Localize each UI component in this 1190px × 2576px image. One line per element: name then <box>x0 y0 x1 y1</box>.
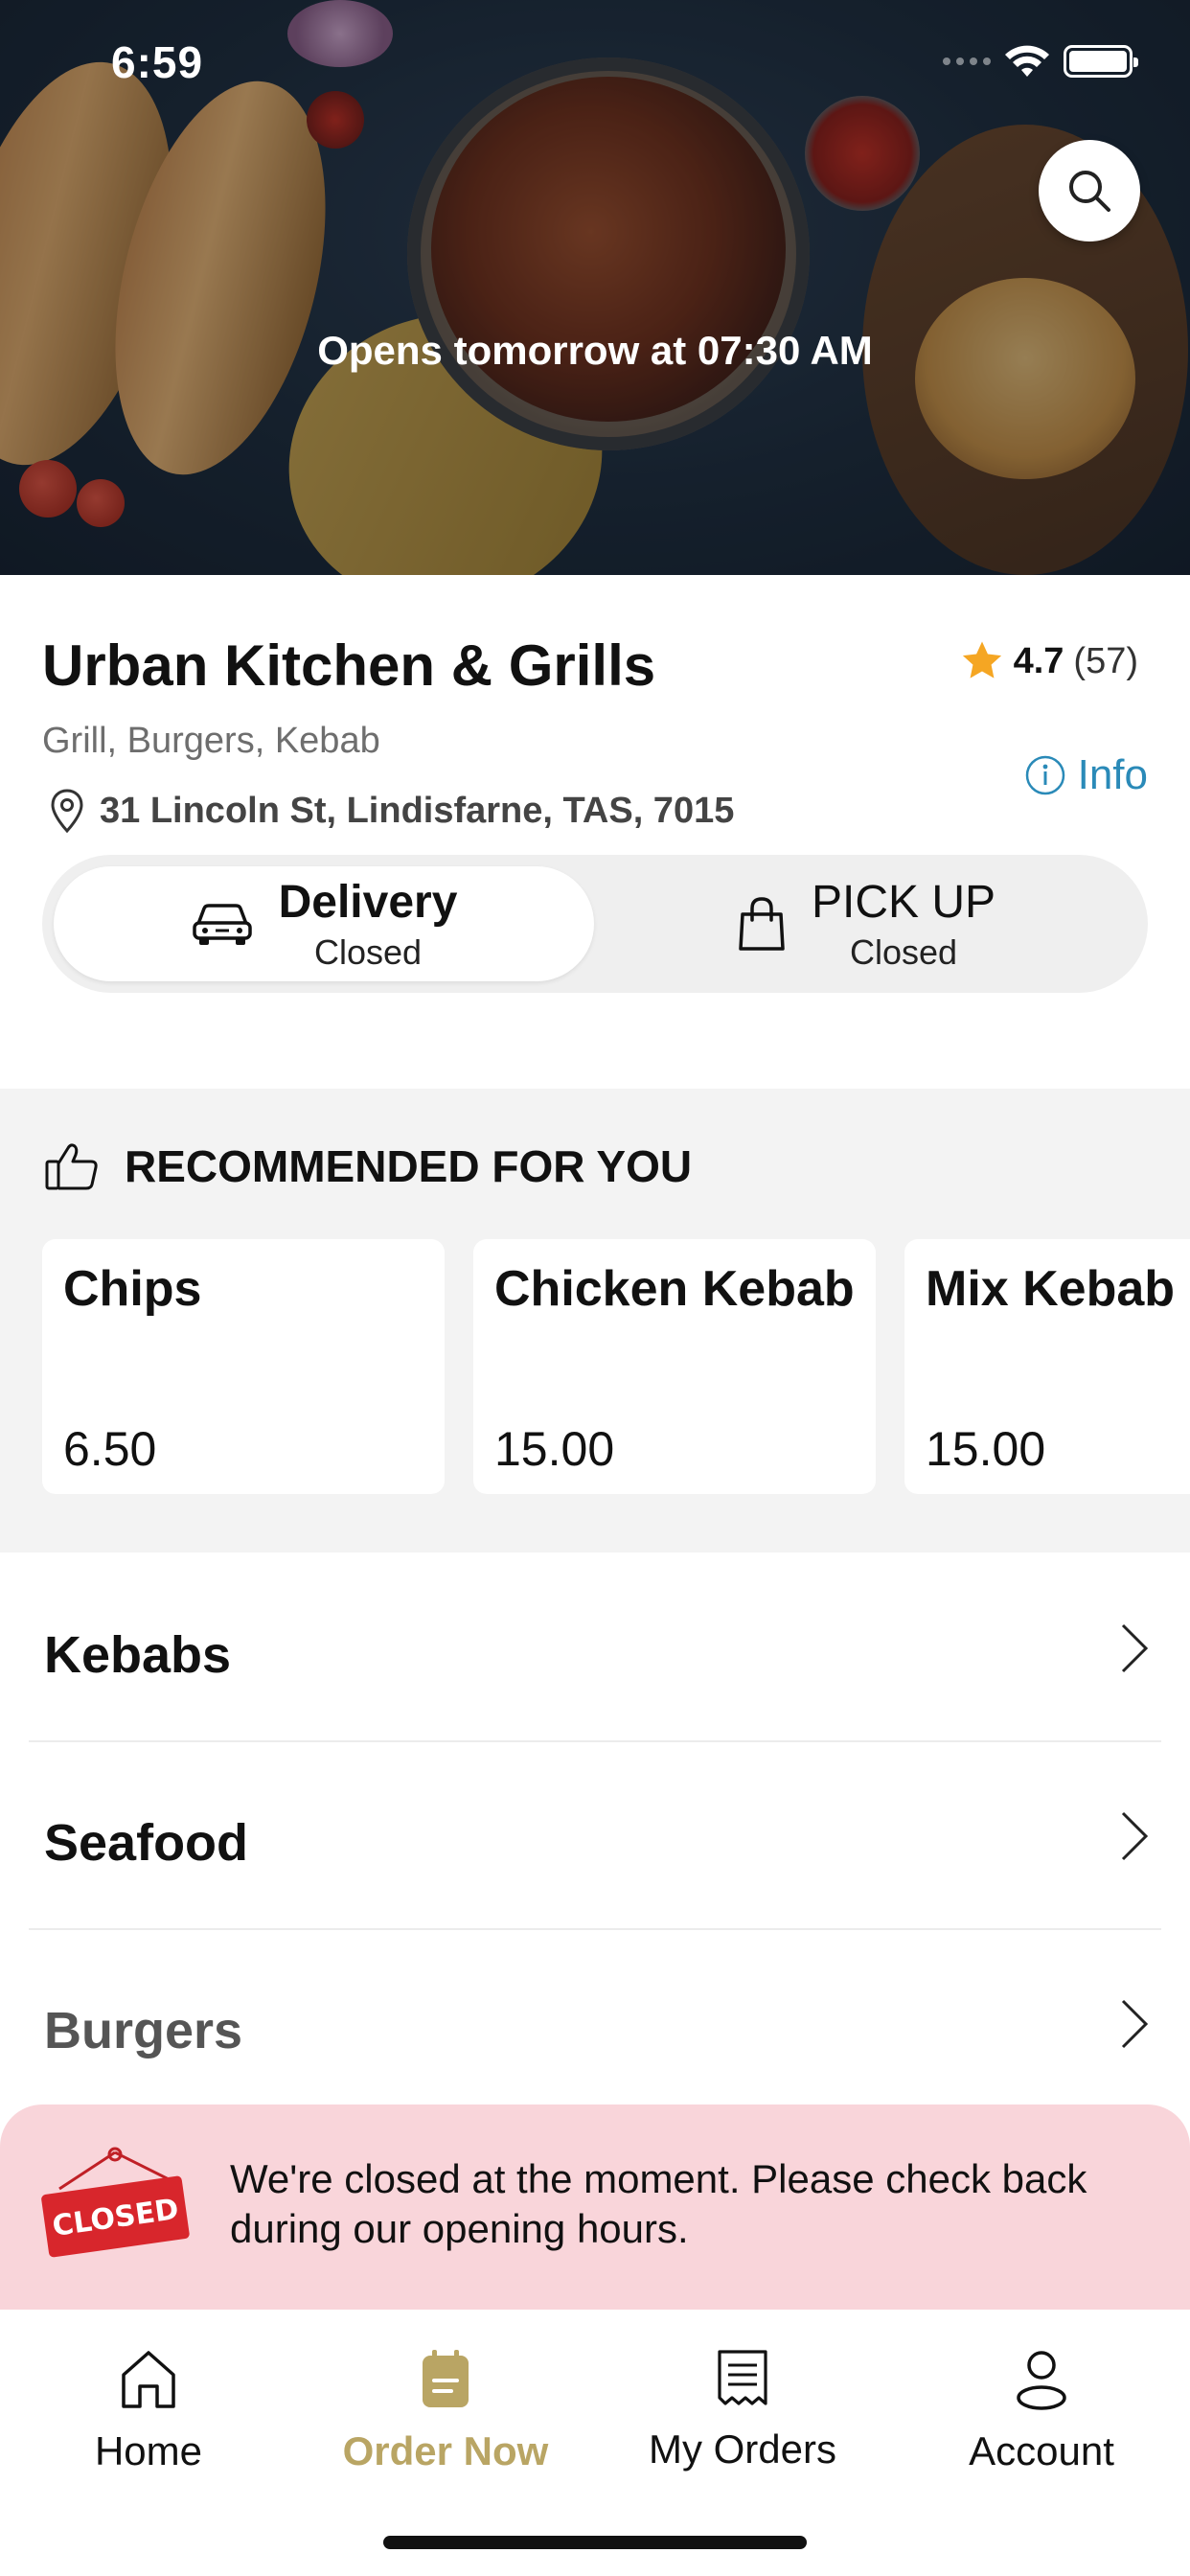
rating-value: 4.7 <box>1013 640 1064 681</box>
thumbs-up-icon <box>45 1143 98 1190</box>
tab-label: Account <box>969 2428 1114 2473</box>
pickup-title: PICK UP <box>811 876 996 928</box>
recommended-card[interactable]: Mix Kebab 15.00 <box>904 1239 1190 1494</box>
delivery-option[interactable]: Delivery Closed <box>54 866 594 981</box>
pickup-option[interactable]: PICK UP Closed <box>596 866 1136 981</box>
item-name: Mix Kebab <box>926 1261 1176 1317</box>
home-icon <box>122 2351 175 2408</box>
order-bag-icon <box>423 2350 469 2407</box>
search-icon <box>1069 171 1110 212</box>
signal-icon <box>943 58 991 65</box>
tab-account[interactable]: Account <box>893 2348 1190 2474</box>
recommended-card[interactable]: Chicken Kebab 15.00 <box>473 1239 876 1494</box>
battery-icon <box>1064 45 1138 78</box>
recommended-card[interactable]: Chips 6.50 <box>42 1239 445 1494</box>
item-name: Chips <box>63 1261 202 1317</box>
person-icon <box>1017 2351 1066 2410</box>
closed-banner: CLOSED We're closed at the moment. Pleas… <box>0 2104 1190 2310</box>
status-icons <box>943 44 1138 79</box>
order-mode-toggle: Delivery Closed PICK UP Closed <box>42 855 1148 993</box>
tab-label: My Orders <box>648 2426 836 2472</box>
pickup-status: Closed <box>849 932 958 972</box>
search-button[interactable] <box>1039 140 1140 242</box>
rating-count: (57) <box>1073 640 1138 681</box>
opening-status: Opens tomorrow at 07:30 AM <box>317 328 873 373</box>
category-row-kebabs[interactable]: Kebabs <box>29 1554 1161 1742</box>
item-price: 6.50 <box>63 1422 157 1476</box>
chevron-right-icon <box>1121 1999 1149 2049</box>
home-indicator <box>383 2536 807 2549</box>
address-text: 31 Lincoln St, Lindisfarne, TAS, 7015 <box>100 790 735 831</box>
star-icon <box>962 641 1001 678</box>
item-price: 15.00 <box>494 1422 615 1476</box>
info-icon <box>1025 755 1064 795</box>
hero-banner: 6:59 Opens tomorrow at 07:30 AM <box>0 0 1190 575</box>
delivery-status: Closed <box>313 932 423 972</box>
tab-label: Home <box>94 2428 203 2473</box>
closed-message: We're closed at the moment. Please check… <box>230 2156 1087 2251</box>
restaurant-name: Urban Kitchen & Grills <box>42 633 656 698</box>
tab-order-now[interactable]: Order Now <box>297 2348 594 2474</box>
category-row-burgers[interactable]: Burgers <box>29 1930 1161 2118</box>
item-price: 15.00 <box>926 1422 1046 1476</box>
recommended-title: RECOMMENDED FOR YOU <box>125 1141 693 1191</box>
category-label: Seafood <box>44 1814 249 1872</box>
category-row-seafood[interactable]: Seafood <box>29 1742 1161 1930</box>
cuisine-list: Grill, Burgers, Kebab <box>42 721 380 761</box>
item-name: Chicken Kebab <box>494 1261 855 1317</box>
chevron-right-icon <box>1121 1623 1149 1673</box>
status-time: 6:59 <box>111 37 204 87</box>
tab-my-orders[interactable]: My Orders <box>594 2348 891 2472</box>
info-link[interactable]: Info <box>1024 751 1148 799</box>
recommended-section: RECOMMENDED FOR YOU Chips 6.50 Chicken K… <box>0 1089 1190 1552</box>
car-icon <box>192 904 252 945</box>
tab-label: Order Now <box>342 2428 549 2473</box>
info-label: Info <box>1077 751 1148 798</box>
delivery-title: Delivery <box>278 876 458 928</box>
category-label: Burgers <box>44 2002 243 2059</box>
location-pin-icon <box>51 789 83 834</box>
receipt-icon <box>718 2350 767 2405</box>
rating[interactable]: 4.7 (57) <box>960 640 1138 682</box>
address: 31 Lincoln St, Lindisfarne, TAS, 7015 <box>48 788 734 834</box>
shopping-bag-icon <box>739 897 785 951</box>
category-label: Kebabs <box>44 1626 232 1684</box>
recommended-header: RECOMMENDED FOR YOU <box>44 1140 692 1192</box>
chevron-right-icon <box>1121 1811 1149 1861</box>
closed-sign-icon: CLOSED <box>41 2147 190 2258</box>
tab-home[interactable]: Home <box>0 2348 297 2474</box>
wifi-icon <box>1005 45 1049 77</box>
